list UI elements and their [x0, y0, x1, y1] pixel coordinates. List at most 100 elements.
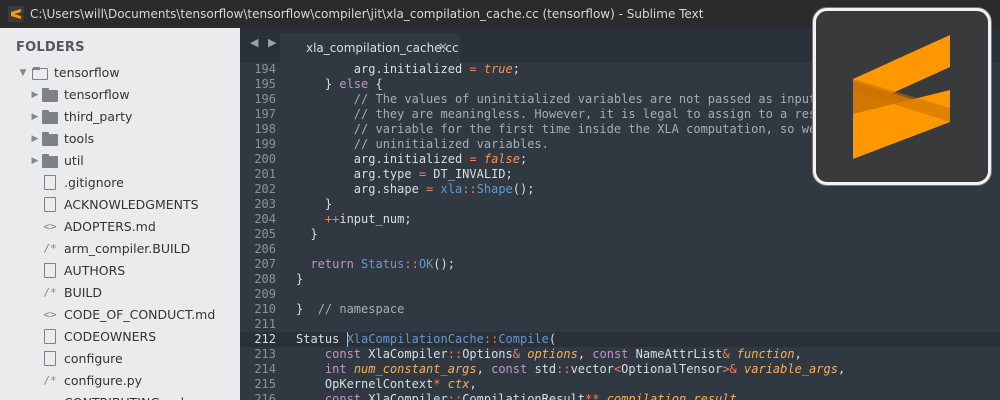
code-line[interactable]: 212 Status XlaCompilationCache::Compile(: [240, 332, 1000, 347]
sidebar-item-arm-compiler-build[interactable]: /* arm_compiler.BUILD: [0, 238, 240, 260]
file-icon: [44, 175, 56, 190]
line-number: 214: [254, 362, 276, 376]
sidebar-item-tensorflow[interactable]: ▼ tensorflow: [0, 62, 240, 84]
code-token: // namespace: [317, 302, 405, 316]
line-number: 197: [254, 107, 276, 121]
code-text: ++input_num;: [296, 212, 412, 227]
code-line[interactable]: 215 OpKernelContext* ctx,: [240, 377, 1000, 392]
sidebar-item-adopters-md[interactable]: <> ADOPTERS.md: [0, 216, 240, 238]
sidebar-item-label: tensorflow: [54, 65, 120, 80]
disclosure-closed-icon[interactable]: ▶: [30, 150, 40, 172]
code-token: CompilationResult: [462, 392, 586, 400]
sidebar-item-configure[interactable]: configure: [0, 348, 240, 370]
file-icon: [44, 351, 56, 366]
code-token: ,: [794, 347, 802, 361]
folder-icon: [42, 132, 58, 146]
code-text: // The values of uninitialized variables…: [296, 92, 845, 107]
code-token: }: [296, 197, 333, 211]
sidebar-item-label: tensorflow: [64, 87, 130, 102]
tab-xla-compilation-cache[interactable]: xla_compilation_cache.cc ✕: [280, 33, 460, 62]
line-number: 216: [254, 392, 276, 400]
code-file-icon: <>: [43, 308, 57, 321]
sidebar-item-acknowledgments[interactable]: ACKNOWLEDGMENTS: [0, 194, 240, 216]
code-token: Options: [462, 347, 513, 361]
code-token: // The values of uninitialized variables…: [296, 92, 846, 106]
code-text: const XlaCompiler::CompilationResult** c…: [296, 392, 744, 400]
sidebar-item-configure-py[interactable]: /* configure.py: [0, 370, 240, 392]
code-line[interactable]: 204 ++input_num;: [240, 212, 1000, 227]
code-token: }: [296, 302, 318, 316]
sidebar-item-build[interactable]: /* BUILD: [0, 282, 240, 304]
code-token: const: [491, 362, 528, 376]
sidebar-item-code-of-conduct-md[interactable]: <> CODE_OF_CONDUCT.md: [0, 304, 240, 326]
tab-nav-arrows[interactable]: ◀ ▶: [250, 36, 279, 49]
sidebar-item-tools[interactable]: ▶ tools: [0, 128, 240, 150]
close-tab-icon[interactable]: ✕: [438, 40, 448, 54]
code-line[interactable]: 214 int num_constant_args, const std::ve…: [240, 362, 1000, 377]
code-text: }: [296, 197, 332, 212]
sidebar-item-label: CONTRIBUTING.md: [64, 392, 184, 400]
code-line[interactable]: 205 }: [240, 227, 1000, 242]
code-line[interactable]: 203 }: [240, 197, 1000, 212]
sidebar-item-tensorflow[interactable]: ▶ tensorflow: [0, 84, 240, 106]
sidebar-item-contributing-md[interactable]: <> CONTRIBUTING.md: [0, 392, 240, 400]
code-line[interactable]: 213 const XlaCompiler::Options& options,…: [240, 347, 1000, 362]
window-title: C:\Users\will\Documents\tensorflow\tenso…: [30, 7, 704, 21]
sublime-app-icon: [8, 6, 24, 22]
sidebar-item-util[interactable]: ▶ util: [0, 150, 240, 172]
code-text: arg.initialized = false;: [296, 152, 527, 167]
code-token: arg.initialized: [296, 152, 470, 166]
code-line[interactable]: 210} // namespace: [240, 302, 1000, 317]
line-number: 198: [254, 122, 276, 136]
code-token: ,: [469, 377, 477, 391]
sidebar-item-third-party[interactable]: ▶ third_party: [0, 106, 240, 128]
sidebar-item-label: tools: [64, 131, 95, 146]
code-line[interactable]: 207 return Status::OK();: [240, 257, 1000, 272]
disclosure-closed-icon[interactable]: ▶: [30, 128, 40, 150]
code-line[interactable]: 209: [240, 287, 1000, 302]
code-text: // they are meaningless. However, it is …: [296, 107, 845, 122]
code-token: {: [368, 77, 383, 91]
disclosure-closed-icon[interactable]: ▶: [30, 106, 40, 128]
code-token: ::: [404, 257, 419, 271]
code-token: ::: [556, 362, 571, 376]
code-token: XlaCompilationCache: [346, 332, 484, 346]
code-token: ;: [519, 152, 528, 166]
comment-file-icon: /*: [43, 242, 57, 255]
sublime-logo-icon: [853, 35, 950, 159]
sidebar-item-label: configure.py: [64, 373, 143, 388]
code-line[interactable]: 211: [240, 317, 1000, 332]
sidebar-item-gitignore[interactable]: .gitignore: [0, 172, 240, 194]
line-number: 213: [254, 347, 276, 361]
code-text: }: [296, 272, 303, 287]
code-token: ,: [837, 362, 846, 376]
code-text: }: [296, 227, 318, 242]
folder-icon: [42, 88, 58, 102]
code-text: const XlaCompiler::Options& options, con…: [296, 347, 802, 362]
code-token: ::: [462, 182, 477, 196]
code-line[interactable]: 208}: [240, 272, 1000, 287]
sidebar-item-authors[interactable]: AUTHORS: [0, 260, 240, 282]
line-number: 196: [254, 92, 276, 106]
code-token: }: [296, 227, 318, 241]
code-token: XlaCompiler: [361, 392, 448, 400]
sidebar-item-label: ACKNOWLEDGMENTS: [64, 197, 199, 212]
sublime-text-logo: [813, 8, 991, 185]
sidebar-item-codeowners[interactable]: CODEOWNERS: [0, 326, 240, 348]
code-text: return Status::OK();: [296, 257, 455, 272]
sidebar-item-label: arm_compiler.BUILD: [64, 241, 191, 256]
code-token: ,: [476, 362, 492, 376]
code-line[interactable]: 216 const XlaCompiler::CompilationResult…: [240, 392, 1000, 400]
disclosure-closed-icon[interactable]: ▶: [30, 84, 40, 106]
disclosure-open-icon[interactable]: ▼: [18, 62, 28, 84]
code-token: const: [296, 347, 362, 361]
code-text: arg.type = DT_INVALID;: [296, 167, 513, 182]
code-line[interactable]: 206: [240, 242, 1000, 257]
code-token: ;: [512, 62, 520, 76]
